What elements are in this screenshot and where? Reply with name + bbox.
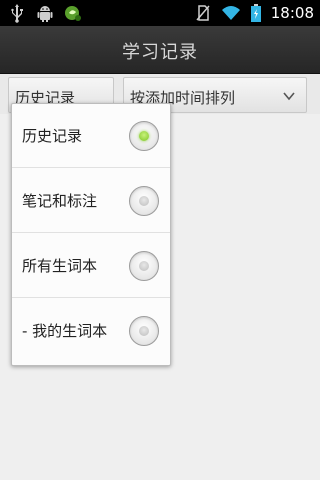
option-label: - 我的生词本 — [22, 322, 108, 340]
dropdown-option-notes[interactable]: 笔记和标注 — [12, 169, 170, 233]
dropdown-option-all-vocab[interactable]: 所有生词本 — [12, 234, 170, 298]
option-label: 历史记录 — [22, 127, 83, 145]
status-bar: 18:08 — [0, 0, 320, 26]
option-label: 笔记和标注 — [22, 192, 98, 210]
chevron-down-icon — [283, 92, 295, 101]
usb-icon — [11, 4, 23, 23]
radio-button[interactable] — [129, 251, 159, 281]
status-bar-left — [8, 3, 82, 23]
radio-dot — [139, 131, 149, 141]
wifi-icon — [221, 6, 240, 20]
radio-button-checked[interactable] — [129, 121, 159, 151]
no-sim-icon — [196, 5, 210, 21]
status-bar-right: 18:08 — [194, 2, 314, 24]
app-notification-icon — [65, 6, 81, 21]
dropdown-option-my-vocab[interactable]: - 我的生词本 — [12, 299, 170, 363]
android-debug-icon — [37, 6, 53, 22]
radio-dot — [139, 326, 149, 336]
radio-button[interactable] — [129, 316, 159, 346]
title-bar: 学习记录 — [0, 26, 320, 74]
option-label: 所有生词本 — [22, 257, 98, 275]
radio-dot — [139, 196, 149, 206]
record-type-dropdown: 历史记录 笔记和标注 所有生词本 - 我的生词本 — [11, 103, 171, 366]
page-title: 学习记录 — [122, 42, 198, 63]
radio-button[interactable] — [129, 186, 159, 216]
radio-dot — [139, 261, 149, 271]
status-time: 18:08 — [270, 4, 314, 22]
battery-icon — [250, 4, 261, 22]
dropdown-option-history[interactable]: 历史记录 — [12, 104, 170, 168]
